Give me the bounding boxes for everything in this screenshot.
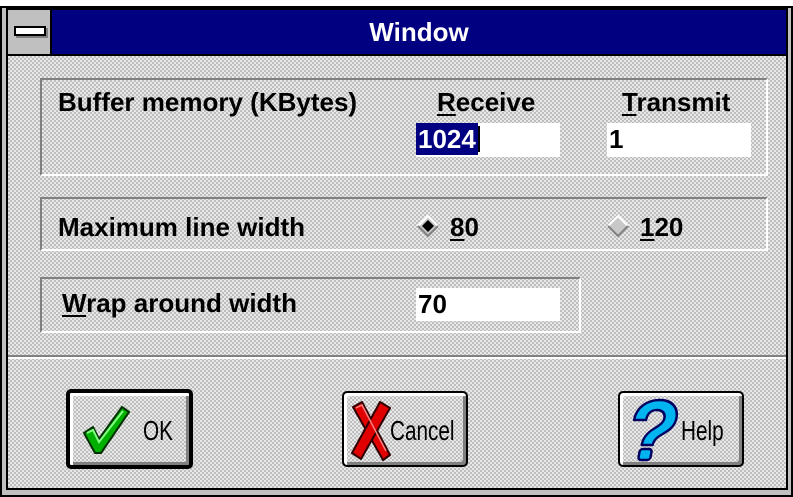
help-button[interactable]: Help xyxy=(618,391,744,467)
system-menu-button[interactable] xyxy=(8,10,52,54)
window-title: Window xyxy=(52,10,786,54)
receive-buffer-value: 1024 xyxy=(416,123,478,155)
buffer-memory-label: Buffer memory (KBytes) xyxy=(58,87,358,117)
wrap-around-input[interactable]: 70 xyxy=(416,288,560,321)
transmit-column-label: Transmit xyxy=(622,87,731,117)
ok-button[interactable]: OK xyxy=(66,389,193,469)
text-cursor xyxy=(477,126,480,152)
cancel-button-label: Cancel xyxy=(390,415,455,446)
radio-diamond-icon xyxy=(417,214,439,238)
question-mark-icon xyxy=(632,398,678,462)
divider xyxy=(8,355,786,359)
cancel-button[interactable]: Cancel xyxy=(342,391,468,467)
max-line-width-group: Maximum line width 80 120 xyxy=(40,197,768,251)
receive-column-label: Receive xyxy=(437,87,536,117)
receive-buffer-input[interactable]: 1024 xyxy=(416,123,560,157)
radio-diamond-icon xyxy=(607,214,629,238)
title-bar[interactable]: Window xyxy=(8,10,786,56)
checkmark-icon xyxy=(83,406,130,454)
wrap-around-value: 70 xyxy=(418,289,447,319)
help-button-label: Help xyxy=(681,415,724,446)
line-width-120-label: 120 xyxy=(640,212,684,242)
dialog-body: Buffer memory (KBytes) Receive Transmit … xyxy=(8,56,786,488)
buffer-memory-group: Buffer memory (KBytes) Receive Transmit … xyxy=(40,78,768,176)
line-width-80-label: 80 xyxy=(450,212,479,242)
red-x-icon xyxy=(351,401,391,461)
line-width-80-radio[interactable]: 80 xyxy=(414,210,488,242)
wrap-around-group: Wrap around width 70 xyxy=(40,277,581,333)
transmit-buffer-input[interactable]: 1 xyxy=(607,123,751,157)
transmit-buffer-value: 1 xyxy=(609,124,624,154)
ok-button-label: OK xyxy=(143,415,173,446)
wrap-around-label: Wrap around width xyxy=(62,288,297,318)
line-width-120-radio[interactable]: 120 xyxy=(604,210,696,242)
system-menu-bar-icon xyxy=(14,26,46,36)
max-line-width-label: Maximum line width xyxy=(58,212,306,242)
